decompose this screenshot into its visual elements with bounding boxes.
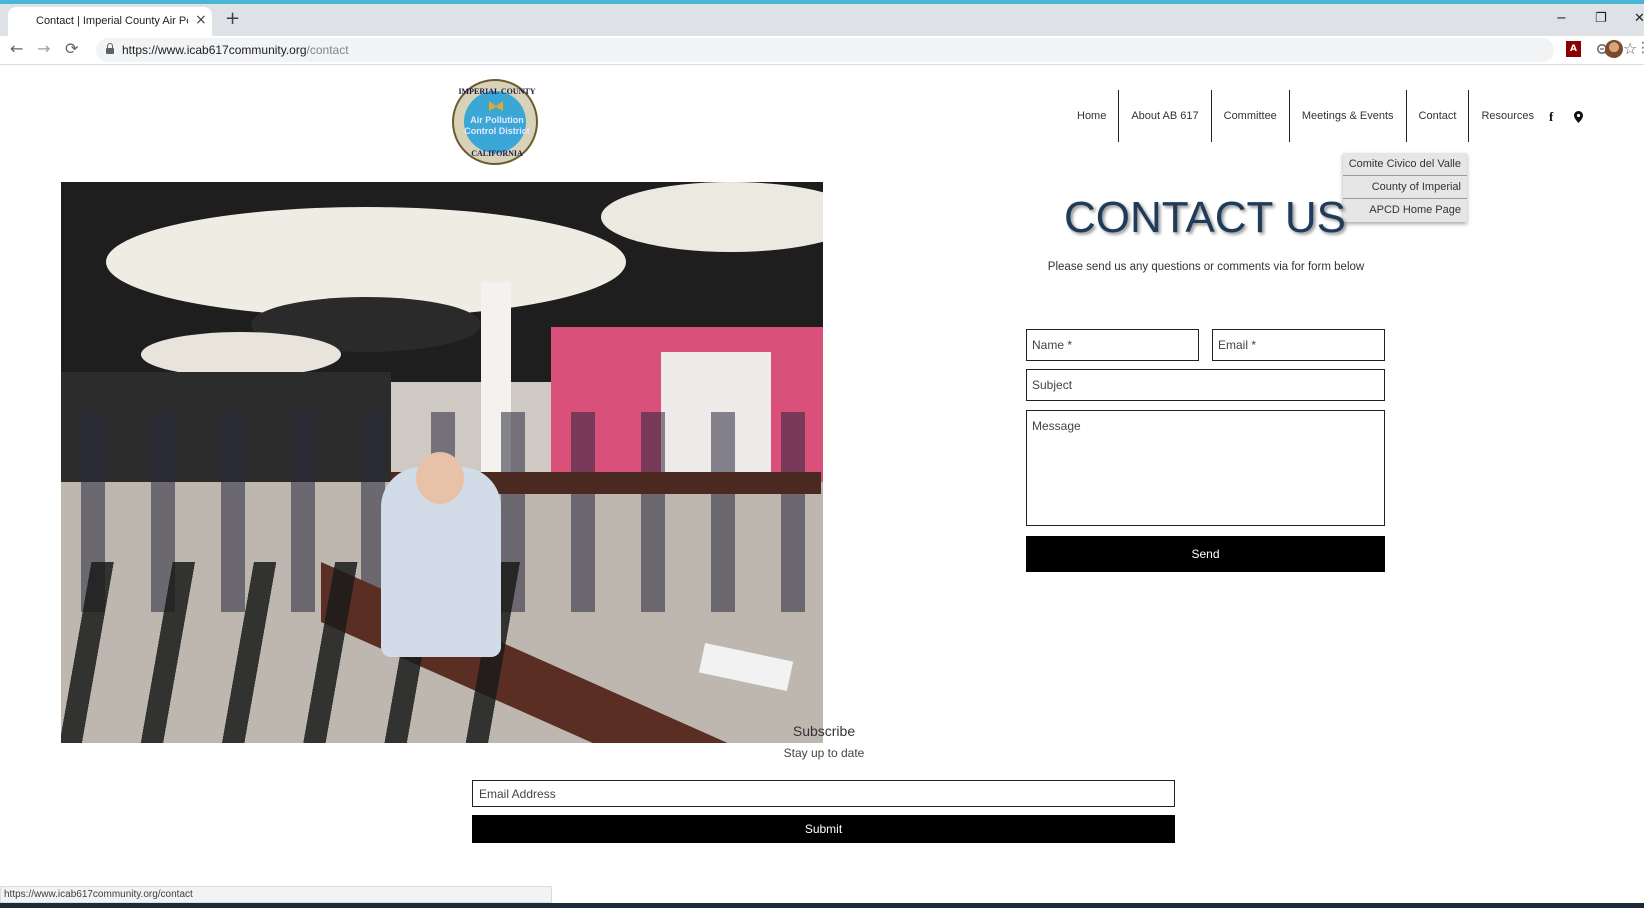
resources-dropdown-menu: Comite Civico del Valle County of Imperi… [1343, 153, 1467, 222]
subject-field[interactable]: Subject [1026, 369, 1385, 401]
nav-item-committee[interactable]: Committee [1212, 90, 1290, 142]
os-taskbar [0, 903, 1644, 908]
map-pin-icon[interactable] [1574, 111, 1583, 123]
meeting-photo [61, 182, 823, 743]
browser-menu-icon[interactable]: ⋮ [1636, 40, 1644, 56]
new-tab-button[interactable]: + [225, 10, 240, 28]
close-window-icon[interactable]: ✕ [1634, 12, 1644, 26]
nav-item-meetings-events[interactable]: Meetings & Events [1290, 90, 1407, 142]
logo-bottom-text: CALIFORNIA [471, 149, 523, 158]
subscribe-subtitle: Stay up to date [783, 746, 865, 760]
nav-item-resources[interactable]: Resources [1469, 90, 1546, 142]
minimize-icon[interactable]: − [1556, 12, 1567, 26]
tab-strip: Contact | Imperial County Air Pol × + − … [0, 4, 1644, 36]
nav-item-home[interactable]: Home [1065, 90, 1120, 142]
url-path: /contact [306, 43, 349, 57]
lock-icon[interactable] [106, 43, 114, 54]
url-host: https://www.icab617community.org [122, 43, 307, 57]
dropdown-item-county-of-imperial[interactable]: County of Imperial [1343, 176, 1467, 199]
reload-icon[interactable]: ⟳ [65, 40, 78, 58]
address-bar[interactable]: https://www.icab617community.org/contact… [96, 38, 1637, 62]
site-nav: Home About AB 617 Committee Meetings & E… [1065, 90, 1546, 142]
status-bar-url: https://www.icab617community.org/contact [0, 886, 552, 903]
nav-item-contact[interactable]: Contact [1407, 90, 1470, 142]
logo-mid-text-1: Air Pollution [470, 115, 524, 125]
dropdown-item-apcd-home[interactable]: APCD Home Page [1343, 199, 1467, 222]
url-text[interactable]: https://www.icab617community.org/contact [122, 43, 349, 57]
forward-icon[interactable]: → [37, 40, 50, 58]
back-icon[interactable]: ← [10, 40, 23, 58]
message-field[interactable]: Message [1026, 410, 1385, 526]
name-field[interactable]: Name * [1026, 329, 1199, 361]
facebook-icon[interactable]: f [1549, 109, 1553, 125]
send-button[interactable]: Send [1026, 536, 1385, 572]
email-field[interactable]: Email * [1212, 329, 1385, 361]
logo-mid-text-2: Control District [464, 126, 530, 136]
tab-close-icon[interactable]: × [195, 12, 207, 28]
logo-top-text: IMPERIAL COUNTY [458, 87, 536, 96]
site-logo[interactable]: IMPERIAL COUNTY Air Pollution Control Di… [452, 79, 538, 165]
pdf-extension-icon[interactable]: A [1566, 41, 1581, 57]
contact-subtitle: Please send us any questions or comments… [1047, 261, 1365, 273]
dropdown-item-comite-civico[interactable]: Comite Civico del Valle [1343, 153, 1467, 176]
profile-avatar[interactable] [1605, 40, 1623, 58]
subscribe-submit-button[interactable]: Submit [472, 815, 1175, 843]
subscribe-email-input[interactable]: Email Address [472, 780, 1175, 807]
browser-toolbar: ← → ⟳ https://www.icab617community.org/c… [0, 36, 1644, 65]
nav-item-about-ab617[interactable]: About AB 617 [1119, 90, 1212, 142]
tab-title: Contact | Imperial County Air Pol [36, 15, 188, 27]
browser-tab-active[interactable]: Contact | Imperial County Air Pol × [8, 7, 212, 36]
restore-icon[interactable]: ❐ [1595, 12, 1607, 26]
subscribe-title: Subscribe [792, 723, 856, 739]
contact-title: CONTACT US [1064, 193, 1346, 242]
